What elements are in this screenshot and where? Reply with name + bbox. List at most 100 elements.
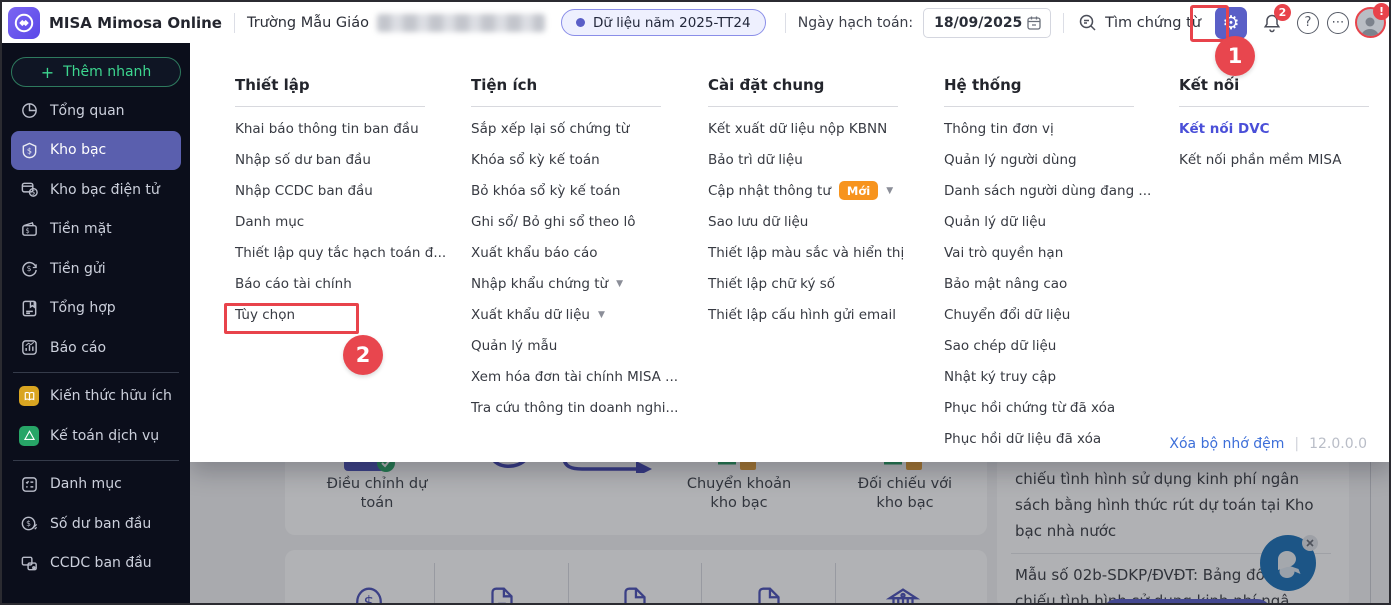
menu-item[interactable]: Quản lý mẫu — [471, 330, 683, 361]
clear-cache-link[interactable]: Xóa bộ nhớ đệm — [1169, 436, 1284, 452]
chevron-down-icon: ▼ — [597, 309, 605, 320]
menu-item[interactable]: Bảo mật nâng cao — [944, 268, 1156, 299]
menu-column-cai-dat-chung: Cài đặt chung Kết xuất dữ liệu nộp KBNN … — [708, 43, 920, 330]
menu-item[interactable]: Thiết lập quy tắc hạch toán đ... — [235, 237, 447, 268]
sidebar-item-ccdc-ban-dau[interactable]: CCDC ban đầu — [11, 544, 181, 584]
menu-column-thiet-lap: Thiết lập Khai báo thông tin ban đầu Nhậ… — [235, 43, 447, 330]
posting-date-label: Ngày hạch toán: — [797, 14, 914, 31]
divider — [784, 12, 786, 33]
menu-item-ket-noi-dvc[interactable]: Kết nối DVC — [1179, 113, 1389, 144]
sidebar-item-danh-muc[interactable]: Danh mục — [11, 465, 181, 505]
menu-column-tien-ich: Tiện ích Sắp xếp lại số chứng từ Khóa sổ… — [471, 43, 683, 423]
menu-item[interactable]: Tra cứu thông tin doanh nghi... — [471, 392, 683, 423]
sidebar-item-kho-bac-dien-tu[interactable]: $ Kho bạc điện tử — [11, 170, 181, 210]
menu-item[interactable]: Thiết lập chữ ký số — [708, 268, 920, 299]
menu-item[interactable]: Xem hóa đơn tài chính MISA ... — [471, 361, 683, 392]
version-label: 12.0.0.0 — [1309, 436, 1367, 452]
menu-item[interactable]: Danh mục — [235, 206, 447, 237]
menu-item[interactable]: Danh sách người dùng đang ... — [944, 175, 1156, 206]
svg-text:$: $ — [25, 227, 29, 235]
sidebar-item-ke-toan-dich-vu[interactable]: Kế toán dịch vụ — [11, 416, 181, 456]
data-year-pill[interactable]: Dữ liệu năm 2025-TT24 — [560, 9, 766, 36]
menu-item[interactable]: Thiết lập màu sắc và hiển thị — [708, 237, 920, 268]
help-button[interactable]: ? — [1293, 8, 1323, 38]
list-icon — [19, 474, 39, 494]
menu-item[interactable]: Khóa sổ kỳ kế toán — [471, 144, 683, 175]
menu-item[interactable]: Nhập số dư ban đầu — [235, 144, 447, 175]
menu-item[interactable]: Sao chép dữ liệu — [944, 330, 1156, 361]
menu-item[interactable]: Nhập khẩu chứng từ ▼ — [471, 268, 683, 299]
top-bar: MISA Mimosa Online Trường Mẫu Giáo Dữ li… — [2, 2, 1389, 43]
search-documents[interactable]: Tìm chứng từ — [1078, 13, 1201, 32]
pie-chart-icon — [19, 101, 39, 121]
menu-item[interactable]: Khai báo thông tin ban đầu — [235, 113, 447, 144]
notifications-button[interactable]: 2 — [1257, 3, 1291, 38]
menu-item[interactable]: Kết nối phần mềm MISA — [1179, 144, 1389, 175]
question-icon: ? — [1297, 11, 1319, 34]
header-divider — [944, 106, 1134, 107]
menu-item[interactable]: Phục hồi chứng từ đã xóa — [944, 392, 1156, 423]
calendar-icon — [1027, 16, 1041, 30]
menu-item[interactable]: Sao lưu dữ liệu — [708, 206, 920, 237]
report-chart-icon — [19, 338, 39, 358]
service-icon — [19, 425, 39, 446]
menu-item[interactable]: Nhập CCDC ban đầu — [235, 175, 447, 206]
account-alert-badge: ! — [1373, 2, 1389, 20]
header-divider — [1179, 106, 1369, 107]
svg-text:$: $ — [31, 189, 35, 197]
menu-column-header: Cài đặt chung — [708, 76, 825, 94]
menu-item[interactable]: Vai trò quyền hạn — [944, 237, 1156, 268]
annotation-step-2: 2 — [343, 335, 383, 375]
menu-item[interactable]: Thông tin đơn vị — [944, 113, 1156, 144]
menu-item[interactable]: Xuất khẩu báo cáo — [471, 237, 683, 268]
e-treasury-icon: $ — [19, 180, 39, 200]
svg-text:$: $ — [26, 146, 31, 155]
menu-item[interactable]: Ghi sổ/ Bỏ ghi sổ theo lô — [471, 206, 683, 237]
posting-date-input[interactable]: 18/09/2025 — [923, 7, 1052, 38]
menu-item[interactable]: Xuất khẩu dữ liệu ▼ — [471, 299, 683, 330]
header-divider — [708, 106, 898, 107]
sidebar-item-bao-cao[interactable]: Báo cáo — [11, 328, 181, 368]
org-name-redacted — [376, 13, 545, 32]
ellipsis-icon: ⋯ — [1327, 11, 1349, 34]
menu-column-header: Tiện ích — [471, 76, 538, 94]
account-button[interactable]: ! — [1354, 2, 1389, 38]
svg-text:$: $ — [26, 519, 31, 528]
ledger-icon — [19, 298, 39, 318]
notification-count-badge: 2 — [1274, 3, 1291, 21]
menu-column-ket-noi: Kết nối Kết nối DVC Kết nối phần mềm MIS… — [1179, 43, 1389, 175]
opening-balance-icon: $ — [19, 514, 39, 534]
misa-logo — [8, 6, 40, 39]
annotation-box-tuy-chon — [224, 303, 359, 334]
sidebar-item-kien-thuc[interactable]: Kiến thức hữu ích — [11, 377, 181, 417]
menu-footer: Xóa bộ nhớ đệm | 12.0.0.0 — [1169, 436, 1367, 452]
menu-item[interactable]: Nhật ký truy cập — [944, 361, 1156, 392]
menu-item[interactable]: Cập nhật thông tư Mới ▼ — [708, 175, 920, 206]
sidebar-item-so-du-ban-dau[interactable]: $ Số dư ban đầu — [11, 504, 181, 544]
app-window: Điều chỉnh dự toán Chuyển khoản kho bạc … — [0, 0, 1391, 605]
footer-separator: | — [1294, 436, 1300, 452]
menu-column-header: Thiết lập — [235, 76, 310, 94]
sidebar-item-kho-bac[interactable]: $ Kho bạc — [11, 130, 181, 170]
menu-item[interactable]: Kết xuất dữ liệu nộp KBNN — [708, 113, 920, 144]
more-button[interactable]: ⋯ — [1323, 8, 1353, 38]
sidebar-divider — [13, 459, 179, 461]
menu-item[interactable]: Quản lý dữ liệu — [944, 206, 1156, 237]
menu-item[interactable]: Sắp xếp lại số chứng từ — [471, 113, 683, 144]
quick-add-button[interactable]: + Thêm nhanh — [11, 57, 181, 87]
menu-item[interactable]: Chuyển đổi dữ liệu — [944, 299, 1156, 330]
menu-item[interactable]: Quản lý người dùng — [944, 144, 1156, 175]
sidebar-item-tong-quan[interactable]: Tổng quan — [11, 91, 181, 131]
new-badge: Mới — [838, 181, 879, 200]
sidebar-item-tien-gui[interactable]: $ Tiền gửi — [11, 249, 181, 289]
menu-item[interactable]: Báo cáo tài chính — [235, 268, 447, 299]
menu-item[interactable]: Thiết lập cấu hình gửi email — [708, 299, 920, 330]
deposit-icon: $ — [19, 259, 39, 279]
sidebar-item-tong-hop[interactable]: Tổng hợp — [11, 289, 181, 329]
search-icon — [1079, 14, 1096, 31]
menu-item[interactable]: Phục hồi dữ liệu đã xóa — [944, 423, 1156, 454]
menu-item[interactable]: Bảo trì dữ liệu — [708, 144, 920, 175]
menu-item[interactable]: Bỏ khóa sổ kỳ kế toán — [471, 175, 683, 206]
sidebar-item-tien-mat[interactable]: $ Tiền mặt — [11, 210, 181, 250]
knowledge-icon — [19, 386, 39, 407]
